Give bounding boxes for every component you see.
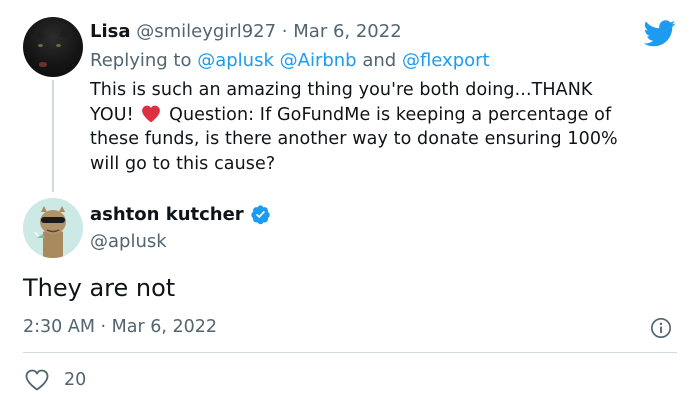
mention-joiner: and [362,50,397,71]
tweet-text-line: This is such an amazing thing you're bot… [90,80,593,100]
tweet-timestamp[interactable]: 2:30 AM · Mar 6, 2022 [23,317,217,337]
main-author-name[interactable]: ashton kutcher [90,204,244,225]
reply-tweet-text: This is such an amazing thing you're bot… [90,78,680,176]
tweet-text-line-with-emoji: YOU! Question: If GoFundMe is keeping a … [90,103,680,128]
reply-tweet-header: Lisa @smileygirl927 · Mar 6, 2022 [90,21,402,42]
avatar-eye [38,44,43,47]
main-tweet-text: They are not [23,274,176,302]
tweet-text-line: will go to this cause? [90,153,276,174]
main-author-name-row: ashton kutcher [90,204,271,225]
reply-author-handle[interactable]: @smileygirl927 [136,21,276,42]
tweet-date: Mar 6, 2022 [111,317,218,337]
twitter-bird-icon [644,20,676,47]
timestamp-separator: · [100,317,107,337]
actions-divider [23,352,677,353]
cartoon-avatar-icon [23,198,83,258]
tweet-text-line: these funds, is there another way to don… [90,129,618,149]
mention-link[interactable]: @flexport [402,50,490,71]
tweet-text-segment: Question: If GoFundMe is keeping a perce… [169,104,612,125]
avatar-ear [59,23,73,37]
replying-prefix: Replying to [90,50,192,71]
info-icon[interactable] [650,317,672,339]
like-count: 20 [64,370,87,390]
avatar-nose [39,62,47,67]
verified-badge-icon [251,205,270,225]
thread-connector-line [52,80,54,192]
avatar-ashton[interactable] [23,198,83,258]
avatar-ear [31,25,45,39]
heart-outline-icon[interactable] [24,368,50,392]
reply-author-name[interactable]: Lisa [90,21,131,42]
avatar-eye [56,44,61,47]
header-separator: · [281,21,288,42]
avatar-lisa[interactable] [23,17,83,77]
tweet-text-segment: YOU! [90,104,134,125]
replying-to-line: Replying to @aplusk @Airbnb and @flexpor… [90,50,490,71]
tweet-time: 2:30 AM [23,317,95,337]
mention-link[interactable]: @aplusk [197,50,274,71]
mention-link[interactable]: @Airbnb [280,50,357,71]
main-author-handle[interactable]: @aplusk [90,231,167,252]
heart-emoji-icon [142,105,161,122]
reply-date[interactable]: Mar 6, 2022 [293,21,401,42]
